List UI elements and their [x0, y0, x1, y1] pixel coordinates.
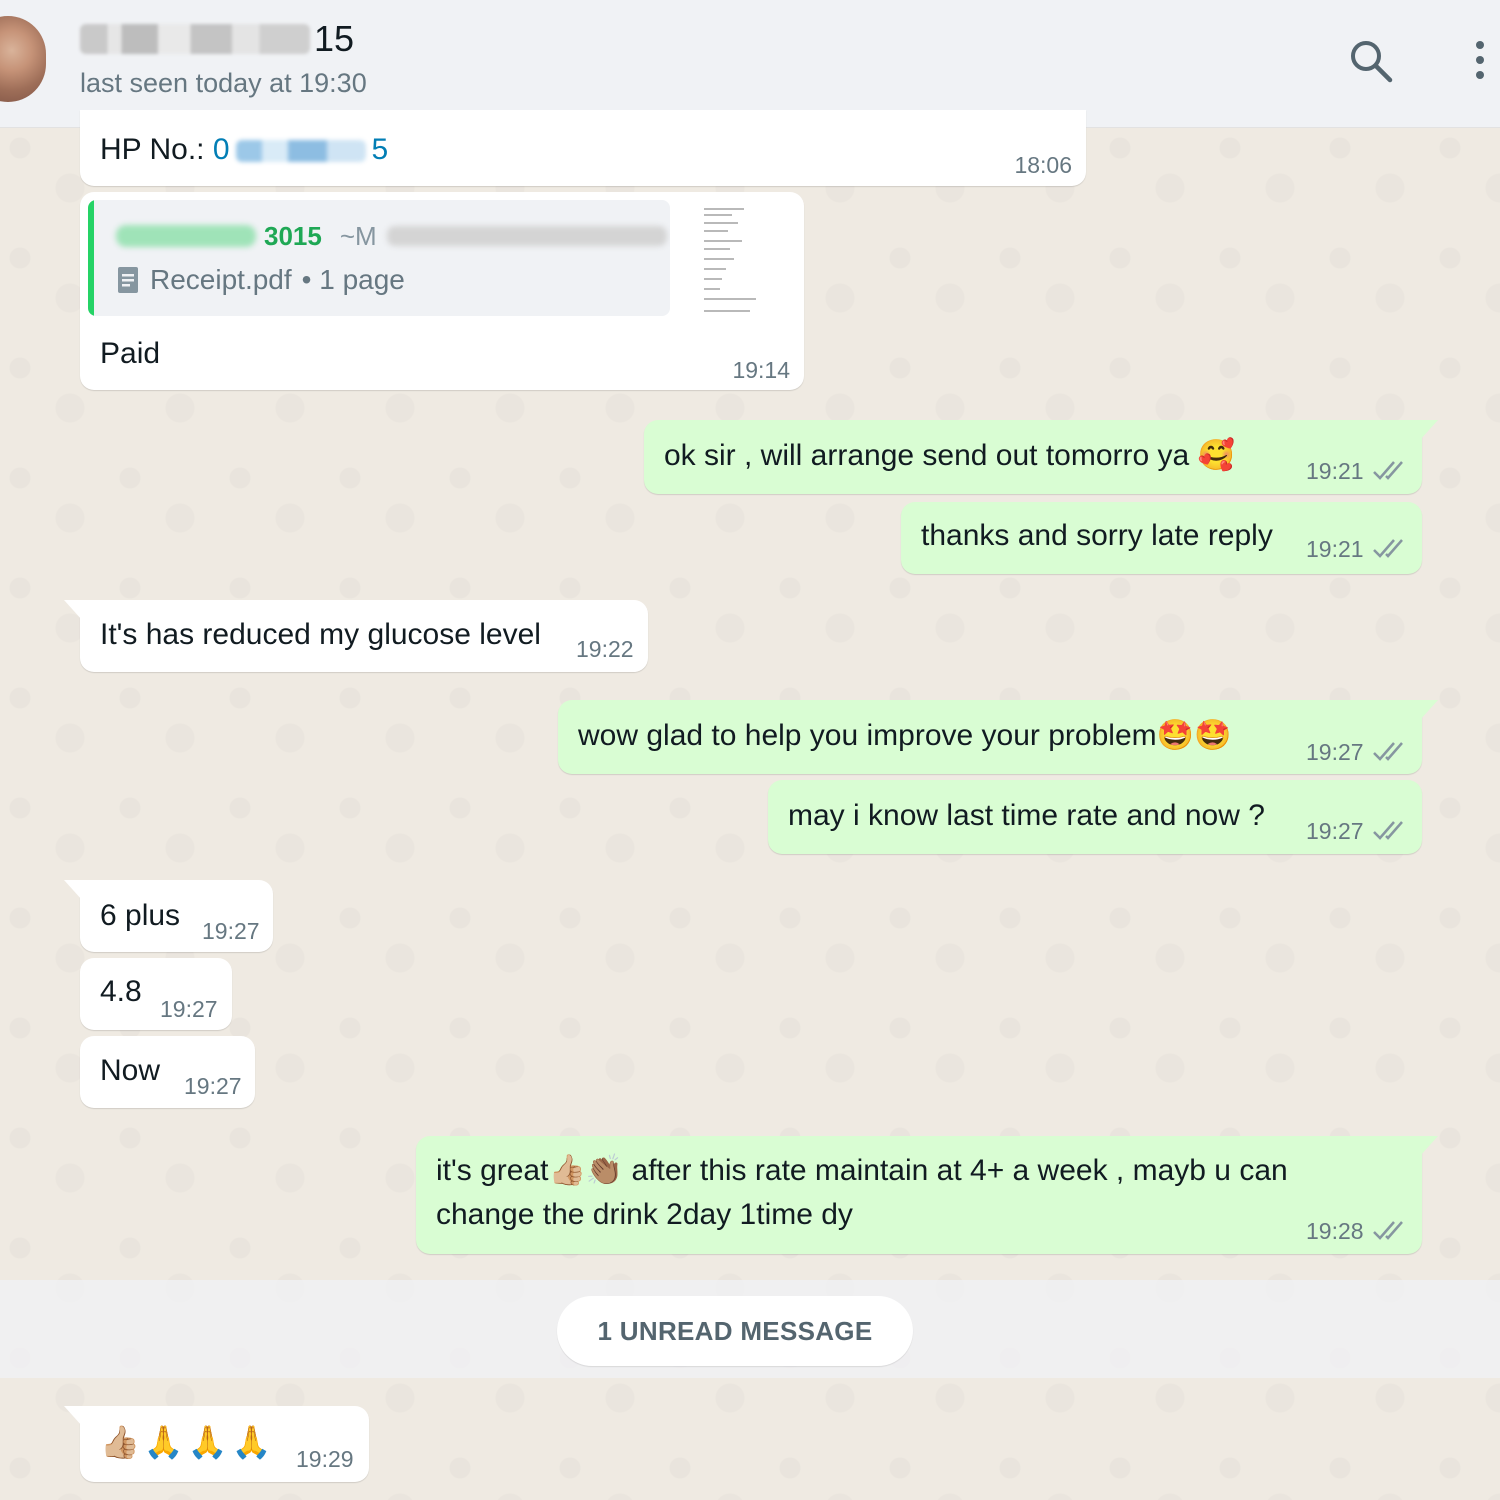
bubble-tail	[1420, 1136, 1438, 1156]
message-text-line-1: it's great👍🏼👏🏽 after this rate maintain …	[436, 1149, 1288, 1193]
quoted-sender: 3015 ~M	[116, 214, 667, 258]
search-icon[interactable]	[1348, 38, 1394, 84]
contact-avatar[interactable]	[0, 16, 46, 102]
message-body: ok sir , will arrange send out tomorro y…	[664, 439, 1190, 472]
message-incoming[interactable]: HP No.: 05 18:06	[80, 110, 1086, 186]
document-thumbnail[interactable]	[700, 200, 770, 324]
message-outgoing[interactable]: ok sir , will arrange send out tomorro y…	[644, 420, 1438, 494]
double-check-icon	[1373, 539, 1403, 558]
phone-start: 0	[212, 133, 230, 166]
message-outgoing[interactable]: thanks and sorry late reply 19:21	[901, 502, 1422, 574]
message-body: wow glad to help you improve your proble…	[578, 719, 1157, 752]
message-time: 19:27	[1306, 739, 1364, 765]
contact-name[interactable]: 15	[80, 18, 354, 60]
message-incoming[interactable]: Now 19:27	[80, 1036, 255, 1108]
emoji: 🥰	[1197, 438, 1235, 473]
bubble-tail	[64, 600, 82, 620]
message-time: 19:27	[202, 918, 260, 944]
double-check-icon	[1373, 821, 1403, 840]
last-seen-status: last seen today at 19:30	[80, 68, 367, 98]
message-text: HP No.: 05	[100, 128, 388, 172]
document-filename: Receipt.pdf	[150, 264, 292, 295]
message-time: 19:28	[1306, 1218, 1364, 1244]
contact-name-suffix: 15	[314, 18, 355, 59]
more-options-icon[interactable]	[1470, 38, 1490, 84]
message-text: 4.8	[100, 975, 142, 1008]
bubble-tail	[64, 1406, 82, 1426]
quote-accent-bar	[88, 200, 94, 316]
message-incoming[interactable]: 👍🏼🙏🙏🙏 19:29	[64, 1406, 369, 1482]
message-body: after this rate maintain at 4+ a week , …	[623, 1154, 1288, 1187]
message-text: 6 plus	[100, 899, 181, 932]
redacted-name	[80, 24, 310, 54]
message-outgoing[interactable]: wow glad to help you improve your proble…	[558, 700, 1438, 774]
message-time: 19:29	[296, 1446, 354, 1472]
double-check-icon	[1373, 742, 1403, 761]
quoted-document[interactable]: 3015 ~M Receipt.pdf • 1 page	[88, 200, 670, 316]
message-time: 19:22	[576, 636, 634, 662]
document-name: Receipt.pdf • 1 page	[118, 258, 405, 302]
sender-suffix: 3015	[264, 221, 322, 251]
message-text: ok sir , will arrange send out tomorro y…	[664, 434, 1235, 478]
double-check-icon	[1373, 1221, 1403, 1240]
message-outgoing[interactable]: it's great👍🏼👏🏽 after this rate maintain …	[416, 1136, 1438, 1254]
hp-label: HP No.:	[100, 133, 205, 166]
message-incoming-document[interactable]: 3015 ~M Receipt.pdf • 1 page Paid 19:14	[80, 192, 804, 390]
message-time: 19:27	[160, 996, 218, 1022]
message-text: wow glad to help you improve your proble…	[578, 714, 1231, 758]
message-incoming[interactable]: 6 plus 19:27	[64, 880, 273, 952]
bubble-tail	[1420, 700, 1438, 720]
message-body: it's great	[436, 1154, 549, 1187]
document-icon	[118, 267, 138, 293]
message-text: Now	[100, 1054, 161, 1087]
bubble-tail	[64, 880, 82, 900]
message-incoming[interactable]: It's has reduced my glucose level 19:22	[64, 600, 648, 672]
chat-header[interactable]: 15 last seen today at 19:30	[0, 0, 1500, 128]
message-emoji: 👍🏼🙏🙏🙏	[100, 1423, 276, 1461]
bubble-tail	[1420, 420, 1438, 440]
double-check-icon	[1373, 461, 1403, 480]
message-text: It's has reduced my glucose level	[100, 618, 541, 651]
document-pages: • 1 page	[301, 264, 405, 295]
message-time: 19:14	[732, 357, 790, 383]
emoji: 🤩🤩	[1156, 718, 1232, 753]
emoji: 👍🏼👏🏽	[548, 1153, 624, 1188]
phone-number-link[interactable]: 05	[213, 133, 388, 166]
message-time: 18:06	[1014, 152, 1072, 178]
redacted-sender-name	[386, 226, 667, 246]
message-time: 19:27	[184, 1073, 242, 1099]
message-time: 19:21	[1306, 458, 1364, 484]
redacted-number	[235, 140, 366, 163]
message-caption: Paid	[100, 337, 161, 370]
sender-name-start: ~M	[339, 221, 377, 251]
redacted-sender	[116, 225, 256, 247]
message-text-line-2: change the drink 2day 1time dy	[436, 1198, 853, 1231]
message-text: may i know last time rate and now ?	[788, 799, 1265, 832]
phone-end: 5	[371, 133, 389, 166]
message-time: 19:21	[1306, 536, 1364, 562]
message-text: thanks and sorry late reply	[921, 519, 1273, 552]
message-outgoing[interactable]: may i know last time rate and now ? 19:2…	[768, 780, 1422, 854]
unread-messages-pill: 1 UNREAD MESSAGE	[557, 1296, 913, 1366]
message-time: 19:27	[1306, 818, 1364, 844]
message-incoming[interactable]: 4.8 19:27	[80, 958, 232, 1030]
